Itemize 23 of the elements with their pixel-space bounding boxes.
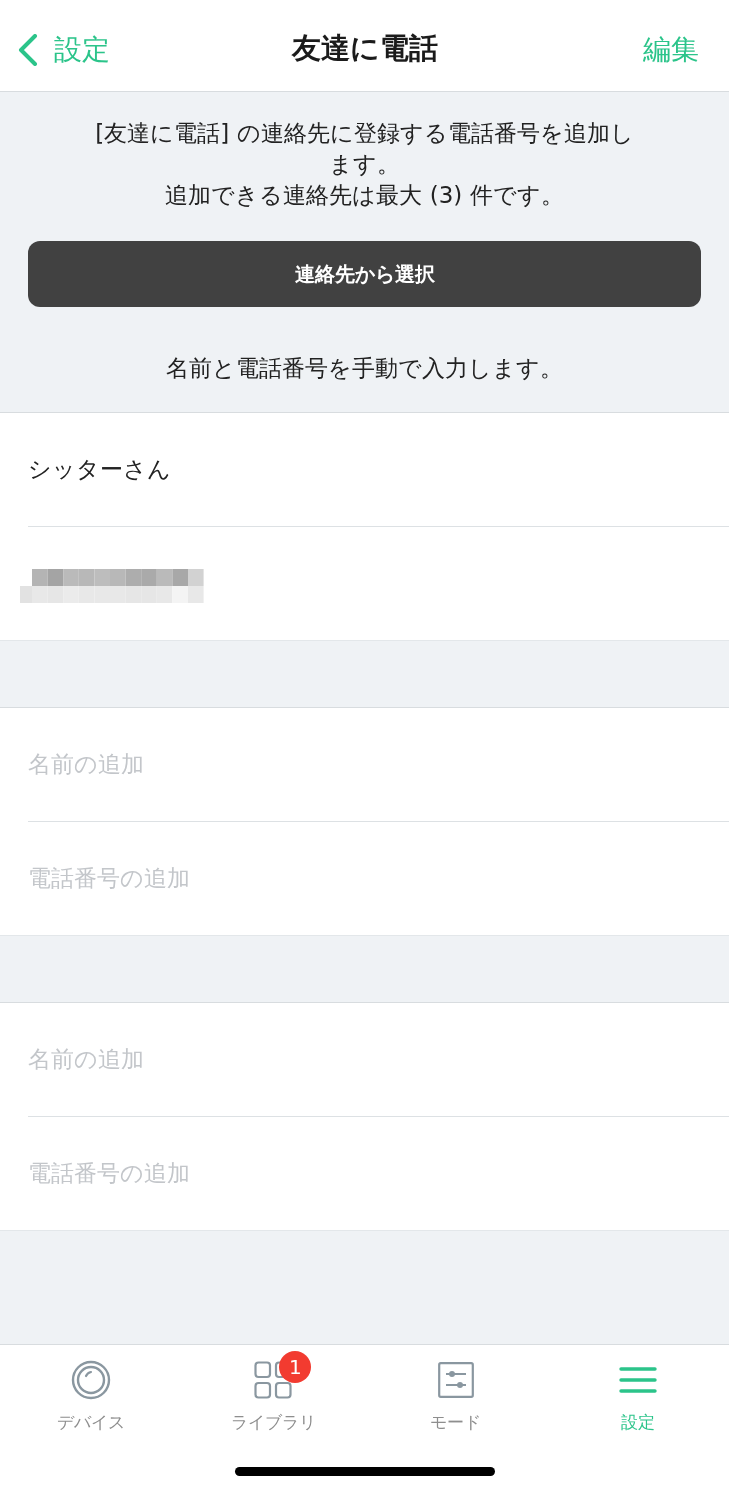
screen-title: 友達に電話 [291, 30, 438, 68]
phone-field[interactable]: 電話番号の追加 [0, 822, 729, 935]
edit-button[interactable]: 編集 [643, 30, 699, 69]
sliders-icon [437, 1362, 474, 1398]
circle-ring-icon [71, 1360, 112, 1400]
tab-item[interactable]: 1 ライブラリ [230, 1349, 316, 1433]
phone-field[interactable]: 電話番号の追加 [0, 1117, 729, 1230]
tab-item[interactable]: デバイス [57, 1349, 126, 1433]
name-field[interactable]: 名前の追加 [0, 1003, 729, 1116]
tab-item[interactable]: 設定 [618, 1349, 657, 1433]
back-label[interactable]: 設定 [54, 30, 110, 69]
back-button[interactable]: 設定 [16, 28, 112, 71]
select-from-contacts-button[interactable]: 連絡先から選択 [28, 241, 701, 307]
menu-icon [618, 1366, 657, 1394]
manual-entry-note: 名前と電話番号を手動で入力します。 [166, 354, 563, 383]
tab-item[interactable]: モード [430, 1349, 482, 1433]
name-field[interactable]: 名前の追加 [0, 708, 729, 821]
description-text: 追加できる連絡先は最大 (3) 件です。 [164, 181, 565, 210]
description-text: [友達に電話] の連絡先に登録する電話番号を追加します。 [94, 119, 635, 179]
name-field[interactable]: シッターさん [0, 413, 729, 526]
grid-icon [254, 1361, 293, 1399]
notification-badge: 1 [279, 1351, 312, 1383]
chevron-left-icon [18, 33, 38, 66]
